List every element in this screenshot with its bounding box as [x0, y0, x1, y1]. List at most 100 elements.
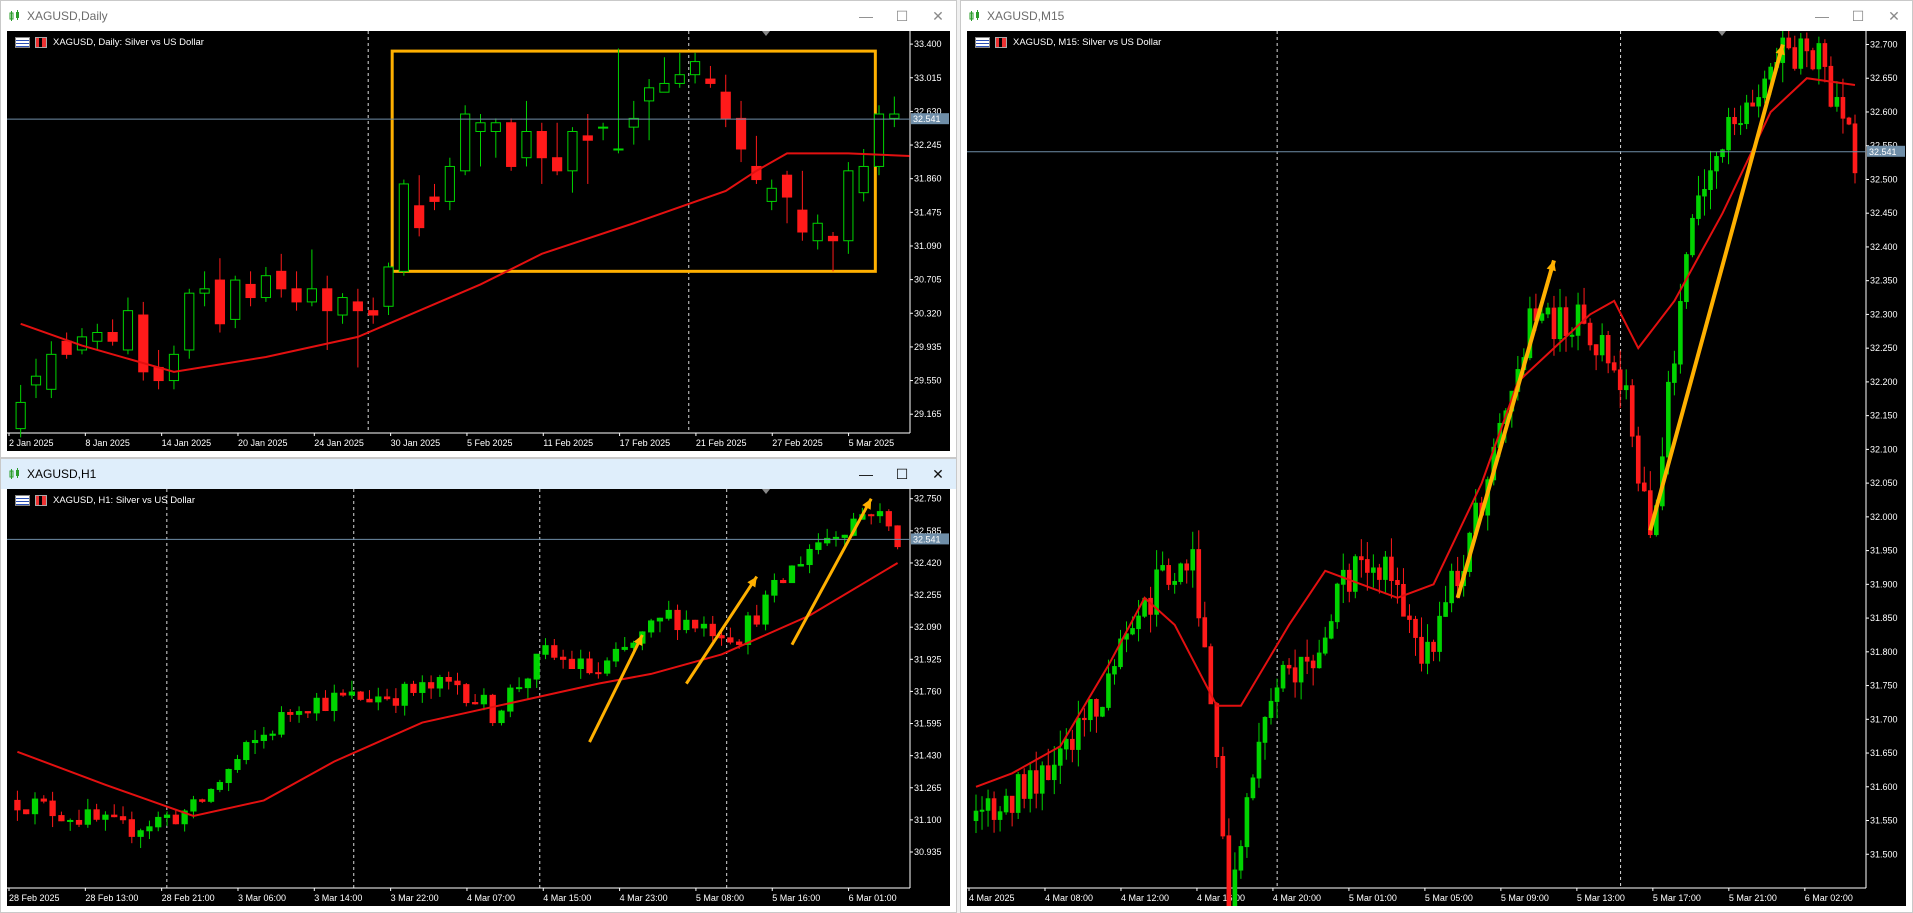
daily-chart-window[interactable]: XAGUSD,Daily — ☐ ✕ XAGUSD, Daily: Silver… [0, 0, 957, 458]
bearish-candle [93, 809, 100, 820]
y-tick-label: 32.300 [1870, 309, 1898, 319]
close-button[interactable]: ✕ [920, 8, 956, 25]
bullish-candle [979, 809, 985, 812]
current-price-label: 32.541 [1869, 147, 1897, 157]
bullish-candle [1569, 334, 1575, 337]
h1-chart-window[interactable]: XAGUSD,H1 — ☐ ✕ XAGUSD, H1: Silver vs US… [0, 458, 957, 913]
y-tick-label: 29.165 [914, 409, 942, 419]
maximize-button[interactable]: ☐ [1840, 8, 1876, 25]
bullish-candle [398, 183, 409, 272]
minimize-button[interactable]: — [848, 8, 884, 24]
minimize-button[interactable]: — [848, 466, 884, 482]
y-tick-label: 32.650 [1870, 73, 1898, 83]
bearish-candle [1286, 664, 1292, 669]
m15-chart-svg[interactable]: 32.70032.65032.60032.55032.50032.45032.4… [967, 31, 1906, 906]
bullish-candle [163, 814, 171, 818]
y-tick-label: 32.090 [914, 622, 942, 632]
y-tick-label: 32.250 [1870, 343, 1898, 353]
bearish-candle [111, 814, 118, 818]
y-tick-label: 31.100 [914, 815, 942, 825]
maximize-button[interactable]: ☐ [884, 8, 920, 25]
flag-icon [975, 37, 990, 48]
y-tick-label: 31.265 [914, 783, 942, 793]
y-tick-label: 29.935 [914, 342, 942, 352]
bullish-candle [985, 798, 991, 811]
bullish-candle [230, 279, 241, 320]
bearish-candle [14, 799, 21, 811]
bullish-candle [295, 711, 303, 715]
bullish-candle [1720, 149, 1725, 158]
x-tick-label: 28 Feb 21:00 [162, 893, 215, 903]
close-button[interactable]: ✕ [1876, 8, 1912, 25]
y-tick-label: 31.800 [1870, 647, 1898, 657]
bullish-candle [806, 548, 813, 566]
bearish-candle [153, 366, 164, 382]
bullish-candle [843, 170, 854, 242]
m15-titlebar[interactable]: XAGUSD,M15 — ☐ ✕ [961, 1, 1912, 31]
bearish-candle [781, 174, 793, 198]
daily-chart-area[interactable]: XAGUSD, Daily: Silver vs US Dollar 33.40… [7, 31, 950, 451]
x-tick-label: 8 Jan 2025 [85, 438, 130, 448]
bearish-candle [1846, 117, 1852, 125]
y-tick-label: 32.750 [914, 494, 942, 504]
bearish-candle [1389, 556, 1394, 582]
bearish-candle [199, 799, 206, 802]
close-button[interactable]: ✕ [920, 466, 956, 483]
h1-chart-svg[interactable]: 32.75032.58532.42032.25532.09031.92531.7… [7, 489, 950, 906]
bullish-candle [92, 332, 103, 342]
bullish-candle [973, 810, 979, 822]
flag-icon [15, 37, 30, 48]
minimize-button[interactable]: — [1804, 8, 1840, 24]
bullish-candle [567, 131, 578, 172]
bearish-candle [1401, 583, 1406, 617]
bearish-candle [429, 196, 440, 202]
bullish-candle [1352, 556, 1358, 592]
chart-shift-marker [762, 31, 770, 36]
x-tick-label: 4 Mar 07:00 [467, 893, 515, 903]
bullish-candle [1250, 777, 1256, 799]
bearish-candle [797, 209, 808, 233]
m15-chart-window[interactable]: XAGUSD,M15 — ☐ ✕ XAGUSD, M15: Silver vs … [960, 0, 1913, 913]
bearish-candle [471, 702, 479, 705]
h1-titlebar[interactable]: XAGUSD,H1 — ☐ ✕ [1, 459, 956, 489]
bullish-candle [665, 609, 672, 619]
bullish-candle [1557, 307, 1563, 340]
bullish-candle [67, 819, 74, 822]
bearish-candle [128, 819, 135, 837]
bullish-candle [598, 126, 609, 129]
bullish-candle [313, 697, 320, 714]
bullish-candle [1106, 673, 1111, 708]
m15-chart-area[interactable]: XAGUSD, M15: Silver vs US Dollar 32.700 3… [967, 31, 1906, 906]
x-tick-label: 5 Mar 17:00 [1653, 893, 1701, 903]
bullish-candle [480, 694, 488, 705]
bearish-candle [1033, 770, 1039, 794]
candlestick-icon [9, 468, 19, 479]
y-tick-label: 31.700 [1870, 714, 1898, 724]
bullish-candle [1798, 38, 1804, 69]
bearish-candle [489, 694, 496, 724]
daily-titlebar[interactable]: XAGUSD,Daily — ☐ ✕ [1, 1, 956, 31]
bullish-candle [1690, 217, 1695, 256]
x-tick-label: 5 Mar 08:00 [696, 893, 744, 903]
bullish-candle [168, 353, 180, 382]
bullish-candle [1112, 666, 1117, 675]
bearish-candle [287, 712, 294, 715]
bullish-candle [1238, 846, 1244, 871]
candlestick-icon [969, 10, 979, 21]
bullish-candle [997, 811, 1003, 820]
bullish-candle [1076, 717, 1081, 750]
bearish-candle [23, 809, 30, 815]
h1-chart-area[interactable]: XAGUSD, H1: Silver vs US Dollar 32.750 32… [7, 489, 950, 906]
y-tick-label: 31.650 [1870, 748, 1898, 758]
bullish-candle [521, 131, 532, 159]
bearish-candle [58, 815, 65, 822]
daily-chart-svg[interactable]: 33.40033.01532.63032.24531.86031.47531.0… [7, 31, 950, 451]
bearish-candle [1641, 482, 1647, 492]
bearish-candle [1431, 641, 1436, 652]
bearish-candle [392, 698, 400, 706]
y-tick-label: 31.500 [1870, 849, 1898, 859]
maximize-button[interactable]: ☐ [884, 466, 920, 483]
bullish-candle [1027, 770, 1033, 799]
y-tick-label: 31.600 [1870, 782, 1898, 792]
bearish-candle [1828, 65, 1834, 107]
